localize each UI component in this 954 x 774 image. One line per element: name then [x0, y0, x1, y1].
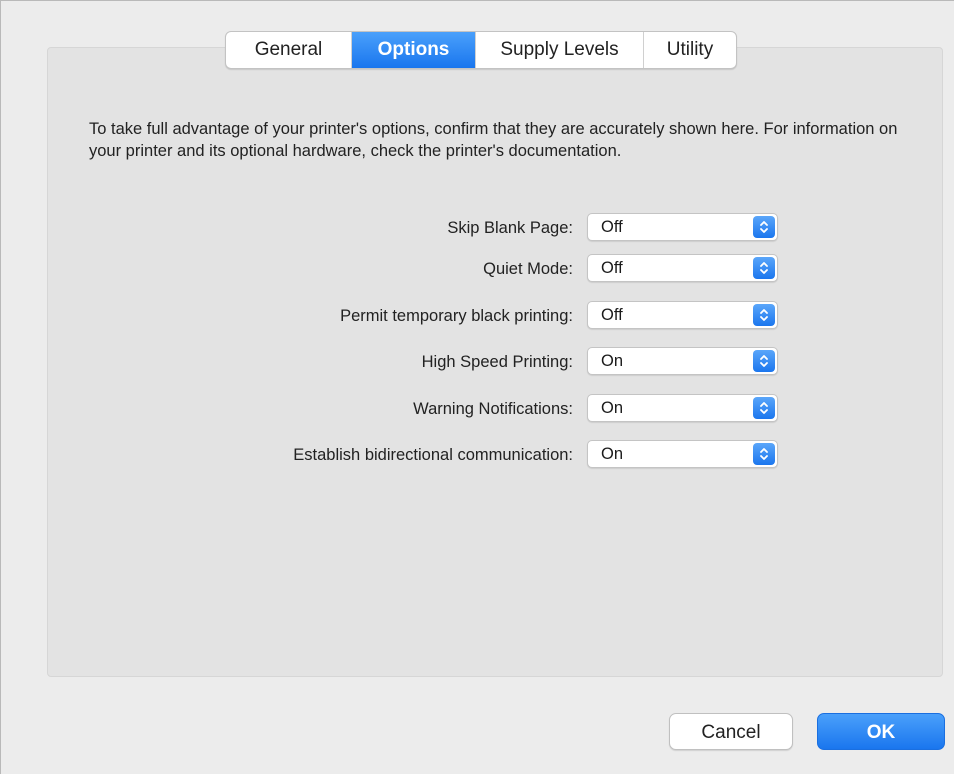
select-value: On	[601, 352, 624, 370]
option-label: Warning Notifications:	[413, 400, 573, 418]
up-down-chevron-icon	[753, 443, 775, 465]
up-down-chevron-icon	[753, 397, 775, 419]
option-row-warning-notifications: Warning Notifications: On	[1, 394, 954, 424]
tab-utility[interactable]: Utility	[644, 32, 736, 68]
option-label: Quiet Mode:	[483, 260, 573, 278]
option-label: Permit temporary black printing:	[340, 307, 573, 325]
tab-general[interactable]: General	[226, 32, 352, 68]
tab-bar: General Options Supply Levels Utility	[225, 31, 737, 69]
select-value: On	[601, 445, 624, 463]
select-value: Off	[601, 306, 623, 324]
option-label: Skip Blank Page:	[447, 219, 573, 237]
option-row-high-speed-printing: High Speed Printing: On	[1, 347, 954, 377]
tab-options[interactable]: Options	[352, 32, 476, 68]
option-label: High Speed Printing:	[421, 353, 573, 371]
warning-notifications-select[interactable]: On	[587, 394, 778, 422]
option-row-permit-temporary-black-printing: Permit temporary black printing: Off	[1, 301, 954, 331]
select-value: Off	[601, 259, 623, 277]
skip-blank-page-select[interactable]: Off	[587, 213, 778, 241]
tab-supply-levels[interactable]: Supply Levels	[476, 32, 644, 68]
quiet-mode-select[interactable]: Off	[587, 254, 778, 282]
up-down-chevron-icon	[753, 216, 775, 238]
high-speed-printing-select[interactable]: On	[587, 347, 778, 375]
up-down-chevron-icon	[753, 304, 775, 326]
option-row-establish-bidirectional-communication: Establish bidirectional communication: O…	[1, 440, 954, 470]
intro-text: To take full advantage of your printer's…	[89, 120, 898, 160]
select-value: On	[601, 399, 624, 417]
permit-temporary-black-printing-select[interactable]: Off	[587, 301, 778, 329]
ok-button[interactable]: OK	[817, 713, 945, 750]
select-value: Off	[601, 218, 623, 236]
up-down-chevron-icon	[753, 350, 775, 372]
option-row-quiet-mode: Quiet Mode: Off	[1, 254, 954, 284]
establish-bidirectional-communication-select[interactable]: On	[587, 440, 778, 468]
option-row-skip-blank-page: Skip Blank Page: Off	[1, 213, 954, 243]
option-label: Establish bidirectional communication:	[293, 446, 573, 464]
printer-options-window: General Options Supply Levels Utility To…	[0, 0, 954, 774]
cancel-button[interactable]: Cancel	[669, 713, 793, 750]
up-down-chevron-icon	[753, 257, 775, 279]
